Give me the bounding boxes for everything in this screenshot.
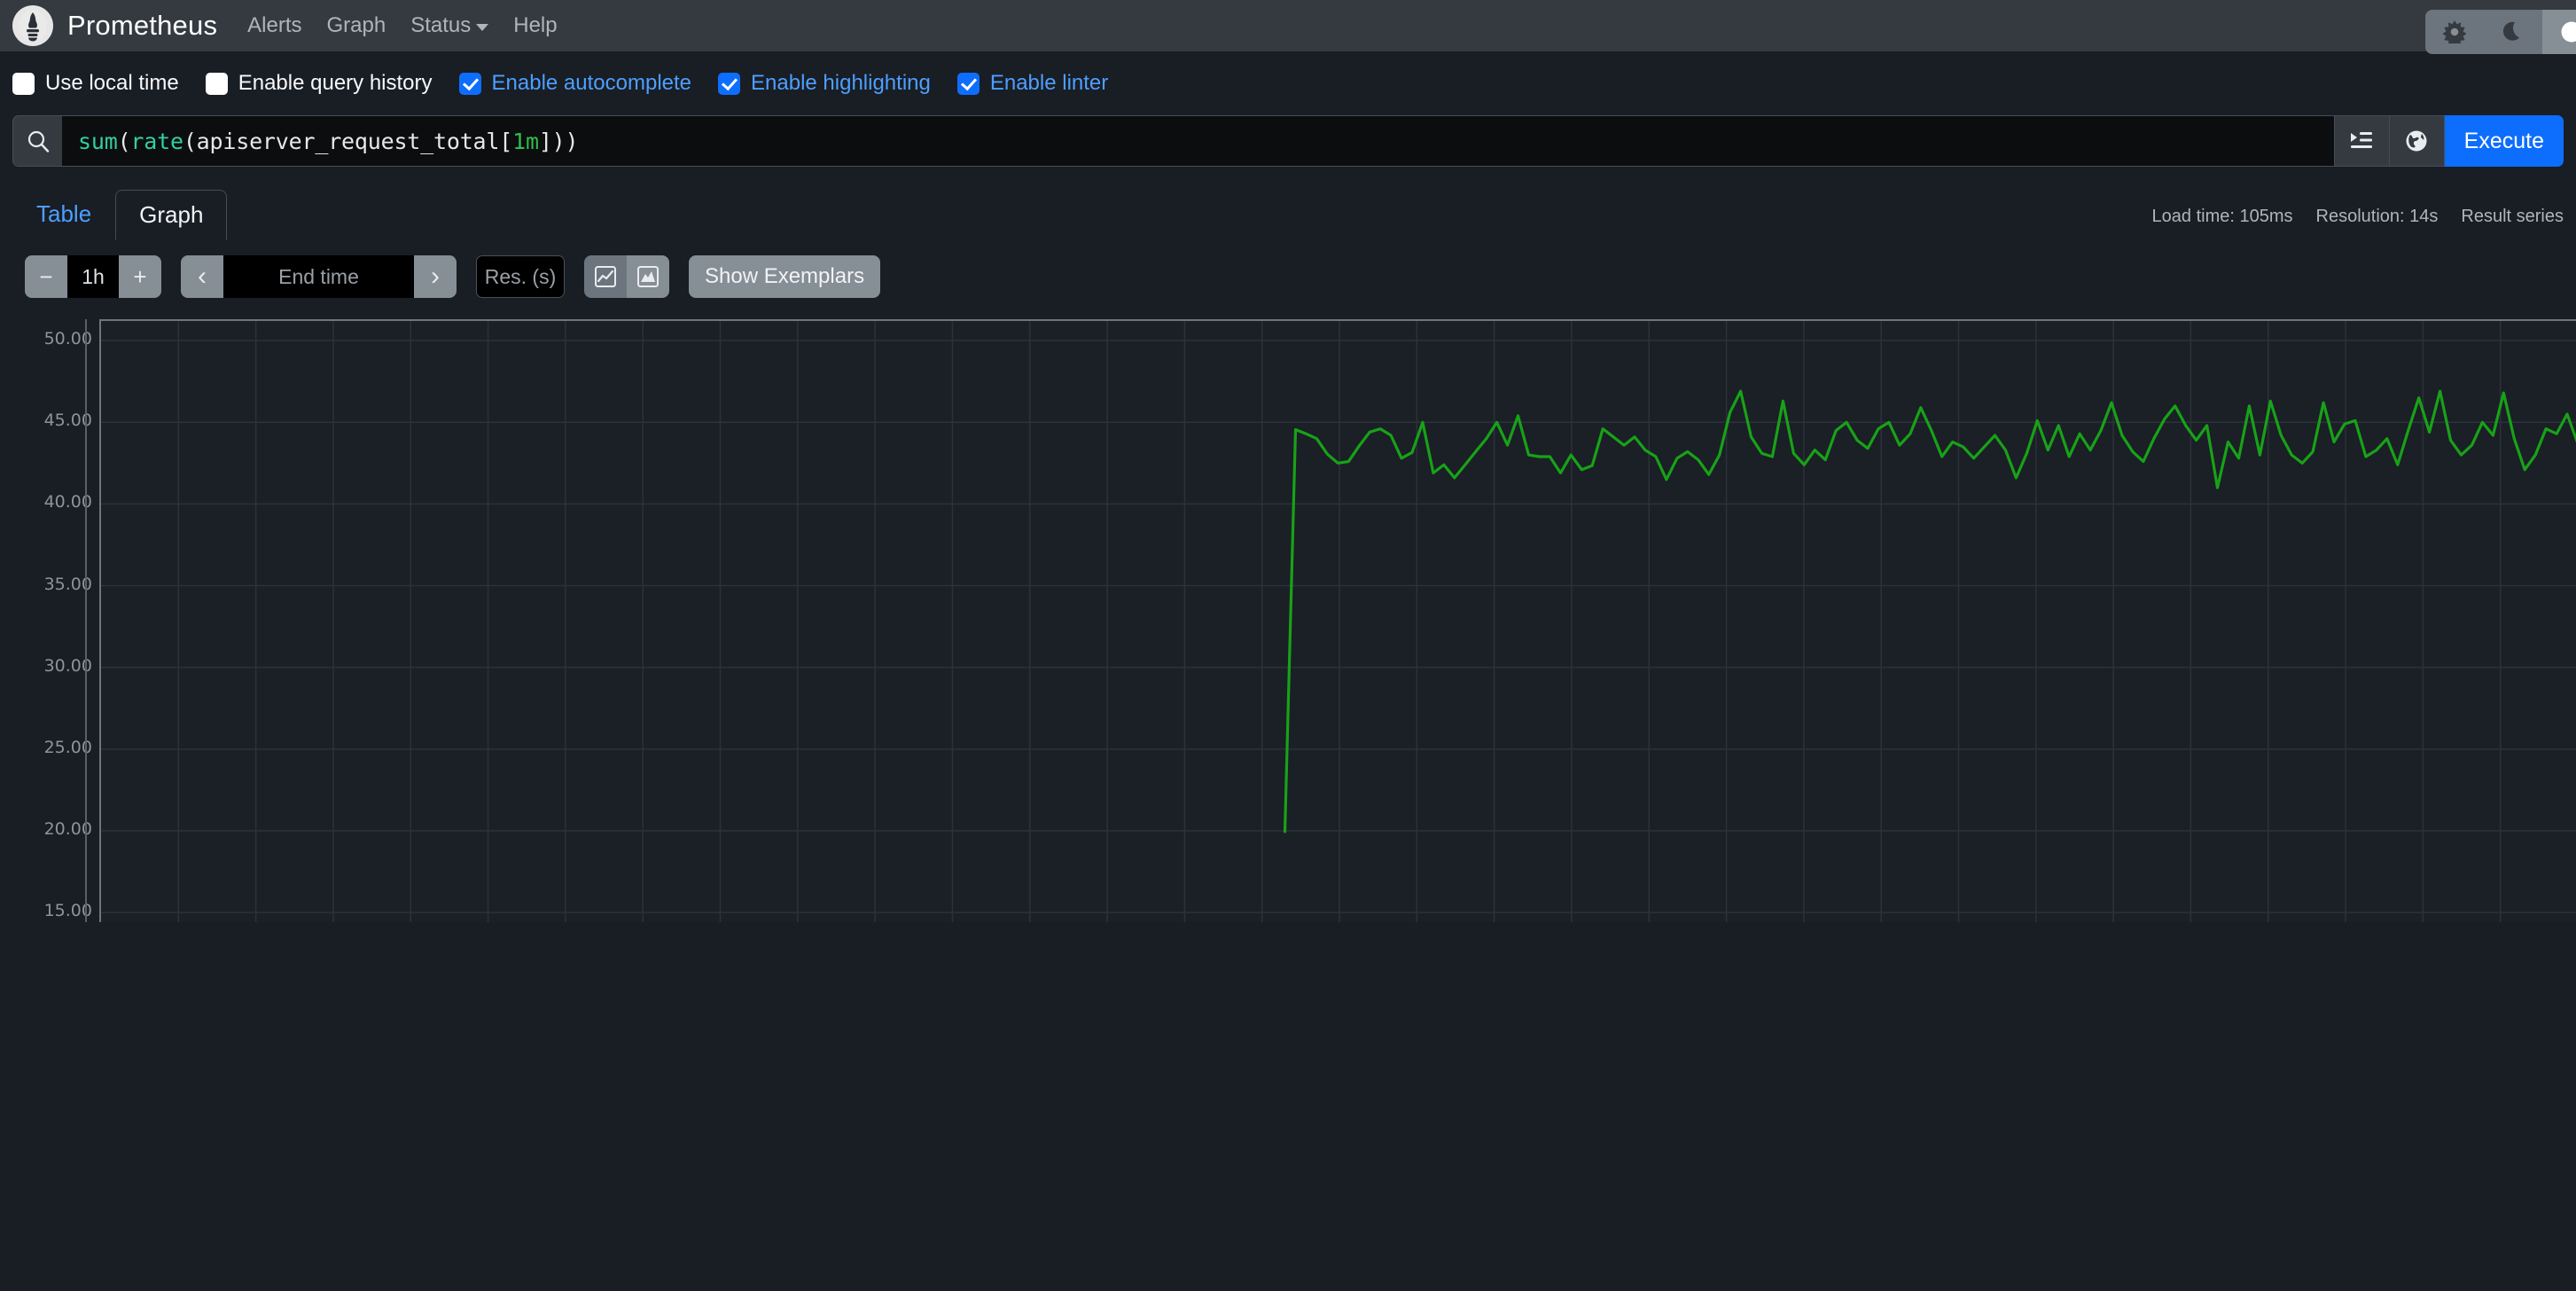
option-label: Enable query history xyxy=(238,71,433,95)
resolution-input[interactable]: Res. (s) xyxy=(476,255,565,298)
format-query-button[interactable] xyxy=(2334,115,2390,167)
option-enable-linter[interactable]: Enable linter xyxy=(956,71,1109,96)
line-chart-icon xyxy=(595,266,616,287)
graph-toolbar: − 1h + ‹ End time › Res. (s) Show Exempl… xyxy=(25,255,2564,298)
tab-graph[interactable]: Graph xyxy=(115,190,228,240)
option-enable-query-history[interactable]: Enable query history xyxy=(205,71,433,96)
nav-link-graph-label: Graph xyxy=(326,13,386,37)
series-canvas xyxy=(101,321,2576,922)
auto-theme-button[interactable] xyxy=(2542,10,2576,54)
dark-theme-button[interactable] xyxy=(2484,10,2542,54)
increase-range-button[interactable]: + xyxy=(119,255,161,298)
previous-time-button[interactable]: ‹ xyxy=(181,255,223,298)
theme-toggle-group xyxy=(2425,10,2576,54)
query-token: rate xyxy=(130,128,183,154)
chart-type-toggle xyxy=(584,255,669,298)
result-tabs: Table Graph Load time: 105ms Resolution:… xyxy=(12,188,2564,240)
prometheus-torch-icon[interactable] xyxy=(12,5,53,46)
moon-icon xyxy=(2502,21,2519,41)
stat-resolution: Resolution: 14s xyxy=(2315,207,2439,226)
option-enable-autocomplete[interactable]: Enable autocomplete xyxy=(458,71,692,96)
query-options-row: Use local time Enable query history Enab… xyxy=(0,51,2576,110)
nav-link-graph[interactable]: Graph xyxy=(327,13,386,38)
nav-link-alerts-label: Alerts xyxy=(247,13,302,37)
query-token: sum xyxy=(78,128,118,154)
navbar: Prometheus Alerts Graph Status Help xyxy=(0,0,2576,54)
use-local-time-checkbox[interactable] xyxy=(12,72,35,95)
range-input[interactable]: 1h xyxy=(67,255,119,298)
option-enable-highlighting[interactable]: Enable highlighting xyxy=(718,71,931,96)
query-token: ])) xyxy=(538,128,579,154)
query-expression: sum(rate(apiserver_request_total[1m])) xyxy=(78,128,579,154)
caret-down-icon xyxy=(476,24,489,31)
light-theme-button[interactable] xyxy=(2425,10,2484,54)
end-time-picker: ‹ End time › xyxy=(181,255,457,298)
brand-name[interactable]: Prometheus xyxy=(67,10,217,42)
stat-load-time: Load time: 105ms xyxy=(2151,207,2293,226)
end-time-input[interactable]: End time xyxy=(223,255,414,298)
query-input[interactable]: sum(rate(apiserver_request_total[1m])) xyxy=(62,115,2335,167)
option-label: Use local time xyxy=(45,71,179,95)
sun-icon xyxy=(2443,20,2466,43)
tab-table[interactable]: Table xyxy=(12,189,115,239)
enable-query-history-checkbox[interactable] xyxy=(205,72,228,95)
enable-highlighting-checkbox[interactable] xyxy=(718,72,741,95)
decrease-range-button[interactable]: − xyxy=(25,255,67,298)
query-token: 1m xyxy=(512,128,539,154)
enable-linter-checkbox[interactable] xyxy=(956,72,980,95)
query-token: (apiserver_request_total[ xyxy=(183,128,513,154)
stacked-chart-button[interactable] xyxy=(627,255,669,298)
show-exemplars-button[interactable]: Show Exemplars xyxy=(689,255,881,298)
option-label: Enable linter xyxy=(989,71,1109,95)
nav-link-status[interactable]: Status xyxy=(410,13,489,38)
query-bar: sum(rate(apiserver_request_total[1m])) E… xyxy=(12,115,2564,167)
graph-panel: 50.00 45.00 40.00 35.00 30.00 25.00 20.00 15.00 xyxy=(0,310,2576,922)
globe-icon xyxy=(2406,130,2427,152)
nav-link-alerts[interactable]: Alerts xyxy=(247,13,301,38)
nav-link-status-label: Status xyxy=(410,13,472,37)
nav-link-help-label: Help xyxy=(513,13,558,37)
area-chart-icon xyxy=(637,266,659,287)
range-picker: − 1h + xyxy=(25,255,161,298)
plot-area[interactable] xyxy=(99,319,2576,922)
next-time-button[interactable]: › xyxy=(414,255,457,298)
globe-button[interactable] xyxy=(2389,115,2445,167)
nav-link-help[interactable]: Help xyxy=(513,13,557,38)
query-stats: Load time: 105ms Resolution: 14s Result … xyxy=(2152,207,2564,227)
indent-list-icon xyxy=(2351,132,2373,148)
execute-button[interactable]: Execute xyxy=(2444,115,2564,167)
stat-result-series: Result series xyxy=(2461,207,2564,226)
enable-autocomplete-checkbox[interactable] xyxy=(458,72,481,95)
option-use-local-time[interactable]: Use local time xyxy=(12,71,179,96)
search-icon[interactable] xyxy=(12,115,62,167)
circle-icon xyxy=(2561,21,2576,43)
query-token: ( xyxy=(117,128,131,154)
y-axis-spine xyxy=(85,319,87,922)
option-label: Enable autocomplete xyxy=(491,71,692,95)
option-label: Enable highlighting xyxy=(751,71,931,95)
line-chart-button[interactable] xyxy=(584,255,627,298)
